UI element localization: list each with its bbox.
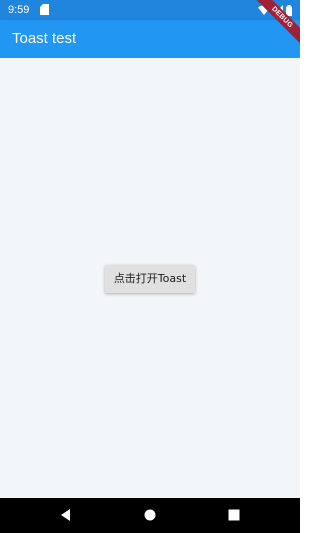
open-toast-button[interactable]: 点击打开Toast	[105, 265, 195, 293]
sd-card-icon	[40, 4, 49, 15]
home-icon[interactable]	[142, 507, 158, 523]
app-bar: Toast test	[0, 20, 300, 58]
back-icon[interactable]	[58, 507, 74, 523]
recents-icon[interactable]	[226, 507, 242, 523]
navigation-bar	[0, 498, 300, 533]
app-title: Toast test	[12, 30, 77, 47]
status-bar: 9:59	[0, 0, 300, 20]
phone-screen: 9:59 Toast test DEBUG 点击打开Toast	[0, 0, 300, 533]
status-time: 9:59	[8, 4, 30, 16]
